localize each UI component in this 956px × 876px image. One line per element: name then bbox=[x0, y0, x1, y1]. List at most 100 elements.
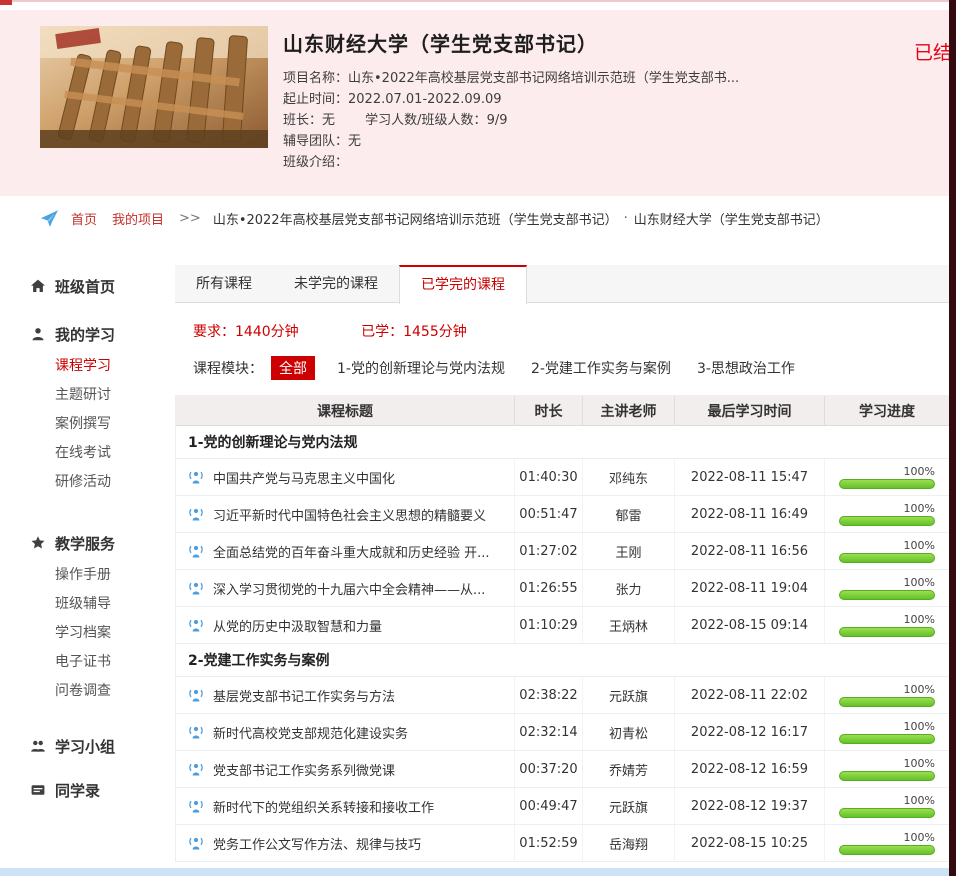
course-row[interactable]: 新时代高校党支部规范化建设实务 02:32:14 初青松 2022-08-12 … bbox=[176, 714, 949, 751]
course-icon bbox=[188, 617, 204, 633]
course-title-link[interactable]: 新时代下的党组织关系转接和接收工作 bbox=[213, 797, 434, 816]
sidebar-item-study-group[interactable]: 学习小组 bbox=[30, 736, 168, 756]
col-course-title: 课程标题 bbox=[176, 396, 514, 425]
course-teacher: 岳海翔 bbox=[582, 825, 674, 861]
progress-bar bbox=[839, 553, 935, 563]
course-last-time: 2022-08-11 22:02 bbox=[674, 677, 824, 713]
course-row[interactable]: 基层党支部书记工作实务与方法 02:38:22 元跃旗 2022-08-11 2… bbox=[176, 677, 949, 714]
course-row[interactable]: 中国共产党与马克思主义中国化 01:40:30 邓纯东 2022-08-11 1… bbox=[176, 459, 949, 496]
tab-unfinished-courses[interactable]: 未学完的课程 bbox=[273, 265, 399, 303]
course-duration: 00:49:47 bbox=[514, 788, 582, 824]
group-icon bbox=[30, 738, 46, 754]
project-name-label: 项目名称： bbox=[283, 71, 348, 86]
module-filter-1[interactable]: 1-党的创新理论与党内法规 bbox=[337, 358, 505, 378]
module-filter: 课程模块： 全部 1-党的创新理论与党内法规 2-党建工作实务与案例 3-思想政… bbox=[193, 356, 950, 380]
star-icon bbox=[30, 535, 46, 551]
course-title-link[interactable]: 习近平新时代中国特色社会主义思想的精髓要义 bbox=[213, 505, 486, 524]
progress-percent: 100% bbox=[904, 795, 935, 806]
sidebar-item-teaching-service[interactable]: 教学服务 bbox=[30, 533, 168, 553]
progress-percent: 100% bbox=[904, 614, 935, 625]
course-teacher: 元跃旗 bbox=[582, 677, 674, 713]
progress-bar bbox=[839, 808, 935, 818]
sidebar-item-topic-discussion[interactable]: 主题研讨 bbox=[55, 381, 168, 410]
course-row[interactable]: 全面总结党的百年奋斗重大成就和历史经验 开... 01:27:02 王刚 202… bbox=[176, 533, 949, 570]
sidebar-item-class-tutoring[interactable]: 班级辅导 bbox=[55, 590, 168, 619]
paper-plane-icon bbox=[40, 209, 59, 228]
sidebar-item-study-archive[interactable]: 学习档案 bbox=[55, 619, 168, 648]
progress-bar bbox=[839, 590, 935, 600]
progress-percent: 100% bbox=[904, 721, 935, 732]
sidebar-item-questionnaire[interactable]: 问卷调查 bbox=[55, 677, 168, 706]
sidebar-label-teaching-service: 教学服务 bbox=[55, 533, 115, 554]
table-header: 课程标题 时长 主讲老师 最后学习时间 学习进度 bbox=[176, 396, 949, 426]
course-title-link[interactable]: 基层党支部书记工作实务与方法 bbox=[213, 686, 395, 705]
module-filter-3[interactable]: 3-思想政治工作 bbox=[697, 358, 795, 378]
progress-percent: 100% bbox=[904, 540, 935, 551]
course-progress: 100% bbox=[839, 540, 935, 563]
course-row[interactable]: 深入学习贯彻党的十九届六中全会精神——从... 01:26:55 张力 2022… bbox=[176, 570, 949, 607]
breadcrumb-my-projects-link[interactable]: 我的项目 bbox=[112, 209, 164, 228]
sidebar-item-training-activity[interactable]: 研修活动 bbox=[55, 468, 168, 497]
class-banner: 山东财经大学（学生党支部书记） 项目名称：山东•2022年高校基层党支部书记网络… bbox=[0, 10, 956, 196]
sidebar-item-my-learning[interactable]: 我的学习 bbox=[30, 324, 168, 344]
sidebar-item-manual[interactable]: 操作手册 bbox=[55, 561, 168, 590]
progress-bar bbox=[839, 734, 935, 744]
tutor-line: 辅导团队：无 bbox=[283, 131, 903, 152]
class-info: 山东财经大学（学生党支部书记） 项目名称：山东•2022年高校基层党支部书记网络… bbox=[283, 28, 903, 173]
breadcrumb-home-link[interactable]: 首页 bbox=[71, 209, 97, 228]
course-progress: 100% bbox=[839, 795, 935, 818]
breadcrumb-project: 山东•2022年高校基层党支部书记网络培训示范班（学生党支部书记） bbox=[213, 209, 618, 228]
module-filter-2[interactable]: 2-党建工作实务与案例 bbox=[531, 358, 671, 378]
module-filter-all[interactable]: 全部 bbox=[271, 356, 315, 380]
course-row[interactable]: 习近平新时代中国特色社会主义思想的精髓要义 00:51:47 郁雷 2022-0… bbox=[176, 496, 949, 533]
course-title-link[interactable]: 深入学习贯彻党的十九届六中全会精神——从... bbox=[213, 579, 485, 598]
course-title-link[interactable]: 全面总结党的百年奋斗重大成就和历史经验 开... bbox=[213, 542, 490, 561]
sidebar-item-class-home[interactable]: 班级首页 bbox=[30, 276, 168, 296]
tab-all-courses[interactable]: 所有课程 bbox=[175, 265, 273, 303]
course-duration: 01:10:29 bbox=[514, 607, 582, 643]
course-row[interactable]: 新时代下的党组织关系转接和接收工作 00:49:47 元跃旗 2022-08-1… bbox=[176, 788, 949, 825]
tutor-value: 无 bbox=[348, 134, 361, 149]
progress-bar bbox=[839, 697, 935, 707]
monitor-count-line: 班长：无 学习人数/班级人数：9/9 bbox=[283, 110, 903, 131]
sidebar-item-e-certificate[interactable]: 电子证书 bbox=[55, 648, 168, 677]
main-content: 所有课程 未学完的课程 已学完的课程 要求：1440分钟 已学：1455分钟 课… bbox=[175, 265, 950, 862]
progress-percent: 100% bbox=[904, 577, 935, 588]
teaching-service-submenu: 操作手册 班级辅导 学习档案 电子证书 问卷调查 bbox=[30, 561, 168, 706]
course-row[interactable]: 党支部书记工作实务系列微党课 00:37:20 乔婧芳 2022-08-12 1… bbox=[176, 751, 949, 788]
learned-minutes: 已学：1455分钟 bbox=[361, 324, 467, 340]
progress-percent: 100% bbox=[904, 758, 935, 769]
bottom-scrollbar[interactable] bbox=[0, 868, 956, 876]
course-icon bbox=[188, 798, 204, 814]
course-row[interactable]: 从党的历史中汲取智慧和力量 01:10:29 王炳林 2022-08-15 09… bbox=[176, 607, 949, 644]
sidebar-item-case-writing[interactable]: 案例撰写 bbox=[55, 410, 168, 439]
course-title-link[interactable]: 党支部书记工作实务系列微党课 bbox=[213, 760, 395, 779]
course-title-link[interactable]: 党务工作公文写作方法、规律与技巧 bbox=[213, 834, 421, 853]
count-value: 9/9 bbox=[487, 113, 508, 128]
progress-percent: 100% bbox=[904, 503, 935, 514]
course-progress: 100% bbox=[839, 503, 935, 526]
date-range-value: 2022.07.01-2022.09.09 bbox=[348, 92, 502, 107]
course-teacher: 王炳林 bbox=[582, 607, 674, 643]
corner-mark bbox=[0, 0, 12, 5]
course-table: 课程标题 时长 主讲老师 最后学习时间 学习进度 1-党的创新理论与党内法规 中… bbox=[175, 395, 950, 862]
course-duration: 01:26:55 bbox=[514, 570, 582, 606]
sidebar-item-course-learning[interactable]: 课程学习 bbox=[55, 352, 168, 381]
course-progress: 100% bbox=[839, 721, 935, 744]
course-icon bbox=[188, 543, 204, 559]
course-last-time: 2022-08-12 16:17 bbox=[674, 714, 824, 750]
course-row[interactable]: 党务工作公文写作方法、规律与技巧 01:52:59 岳海翔 2022-08-15… bbox=[176, 825, 949, 862]
course-title-link[interactable]: 中国共产党与马克思主义中国化 bbox=[213, 468, 395, 487]
monitor-value: 无 bbox=[322, 113, 335, 128]
top-border bbox=[0, 0, 956, 2]
course-title-link[interactable]: 新时代高校党支部规范化建设实务 bbox=[213, 723, 408, 742]
course-title-link[interactable]: 从党的历史中汲取智慧和力量 bbox=[213, 616, 382, 635]
date-range-label: 起止时间： bbox=[283, 92, 348, 107]
sidebar-item-online-exam[interactable]: 在线考试 bbox=[55, 439, 168, 468]
course-duration: 02:32:14 bbox=[514, 714, 582, 750]
sidebar-item-classmates[interactable]: 同学录 bbox=[30, 780, 168, 800]
required-minutes: 要求：1440分钟 bbox=[193, 324, 299, 340]
sidebar-label-study-group: 学习小组 bbox=[55, 736, 115, 757]
tab-finished-courses[interactable]: 已学完的课程 bbox=[399, 265, 527, 304]
col-last-time: 最后学习时间 bbox=[674, 396, 824, 425]
